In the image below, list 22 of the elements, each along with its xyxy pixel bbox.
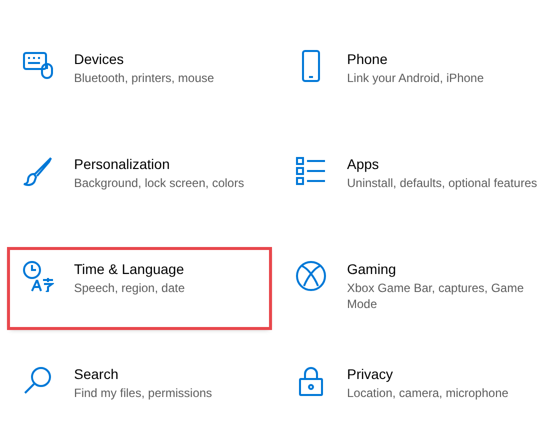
item-description: Location, camera, microphone [347,385,508,401]
item-description: Xbox Game Bar, captures, Game Mode [347,280,525,312]
xbox-icon [295,260,327,292]
item-description: Bluetooth, printers, mouse [74,70,214,86]
list-icon [295,155,327,187]
item-title[interactable]: Apps [347,156,538,172]
item-description: Speech, region, date [74,280,185,296]
item-title[interactable]: Devices [74,51,214,67]
item-title[interactable]: Time & Language [74,261,185,277]
item-title[interactable]: Privacy [347,366,508,382]
item-description: Link your Android, iPhone [347,70,484,86]
clock-language-icon [22,260,54,292]
paintbrush-icon [22,155,54,187]
item-title[interactable]: Phone [347,51,484,67]
item-title[interactable]: Search [74,366,212,382]
item-description: Uninstall, defaults, optional features [347,175,538,191]
item-title[interactable]: Personalization [74,156,244,172]
highlighted-settings-item[interactable]: Time & Language Speech, region, date [10,250,269,327]
keyboard-mouse-icon [22,50,54,82]
item-title[interactable]: Gaming [347,261,547,277]
item-description: Find my files, permissions [74,385,212,401]
item-description: Background, lock screen, colors [74,175,244,191]
